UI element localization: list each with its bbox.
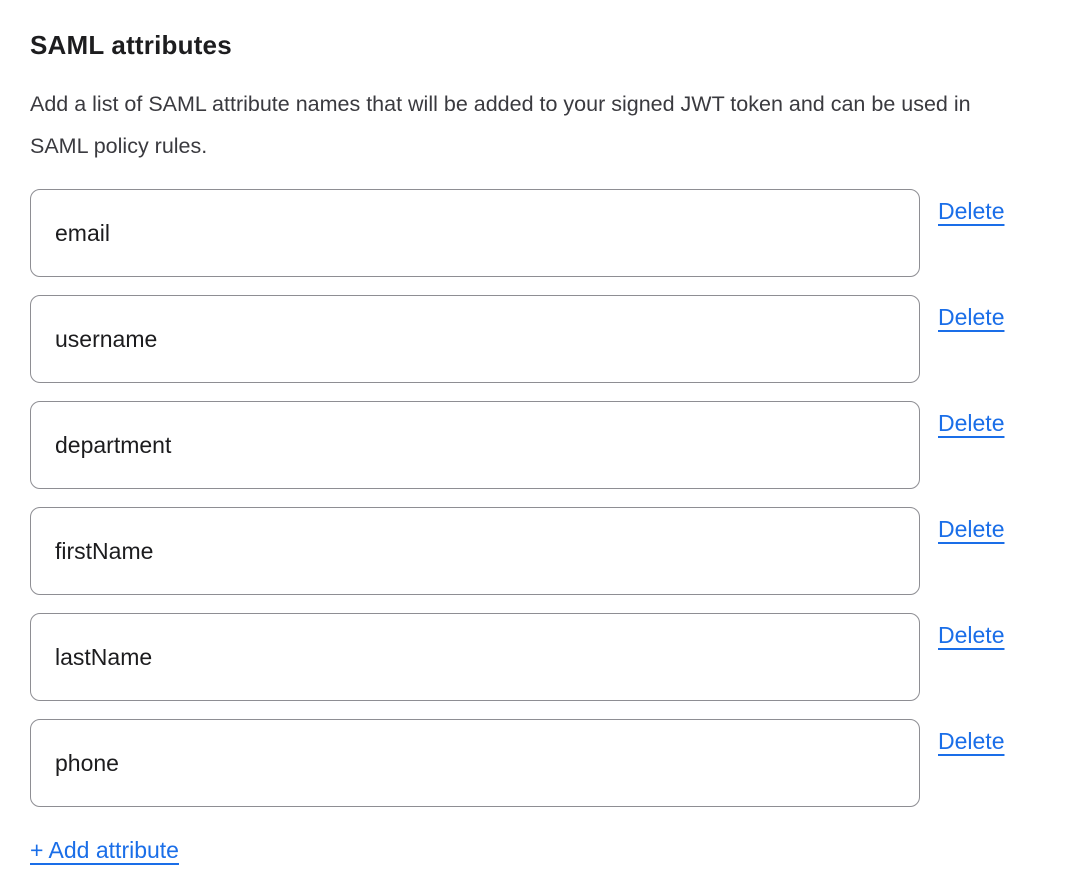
- attribute-input[interactable]: [30, 401, 920, 489]
- attribute-row: Delete: [30, 295, 1020, 383]
- attribute-input[interactable]: [30, 613, 920, 701]
- section-description: Add a list of SAML attribute names that …: [30, 83, 1020, 167]
- attribute-row: Delete: [30, 401, 1020, 489]
- delete-link[interactable]: Delete: [938, 728, 1004, 755]
- attribute-input[interactable]: [30, 295, 920, 383]
- delete-link[interactable]: Delete: [938, 410, 1004, 437]
- attribute-input[interactable]: [30, 719, 920, 807]
- saml-attributes-section: SAML attributes Add a list of SAML attri…: [0, 0, 1066, 864]
- add-attribute-link[interactable]: + Add attribute: [30, 837, 179, 864]
- delete-link[interactable]: Delete: [938, 622, 1004, 649]
- attribute-row: Delete: [30, 507, 1020, 595]
- attribute-row: Delete: [30, 189, 1020, 277]
- attribute-row: Delete: [30, 719, 1020, 807]
- delete-link[interactable]: Delete: [938, 516, 1004, 543]
- delete-link[interactable]: Delete: [938, 198, 1004, 225]
- attribute-row: Delete: [30, 613, 1020, 701]
- attribute-input[interactable]: [30, 507, 920, 595]
- attribute-input[interactable]: [30, 189, 920, 277]
- page-title: SAML attributes: [30, 30, 1020, 61]
- attribute-rows: Delete Delete Delete Delete Delete Delet…: [30, 189, 1020, 807]
- delete-link[interactable]: Delete: [938, 304, 1004, 331]
